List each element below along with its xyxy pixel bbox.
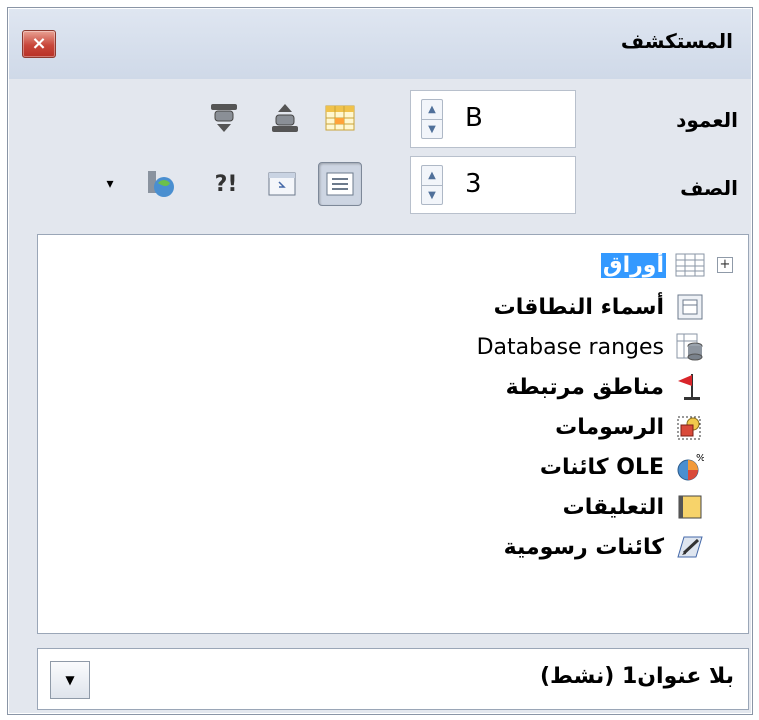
window-title: المستكشف: [620, 29, 733, 53]
range-names-icon: [674, 291, 706, 323]
end-button[interactable]: [202, 96, 246, 140]
column-down-arrow-icon[interactable]: ▼: [422, 119, 442, 138]
tree-item-images[interactable]: الرسومات: [553, 407, 706, 447]
navigator-tree[interactable]: + أوراق أسماء النطاقات Database ranges م…: [37, 234, 749, 634]
row-spin-arrows[interactable]: ▲ ▼: [421, 165, 443, 205]
tree-item-sheets[interactable]: أوراق: [600, 245, 706, 285]
data-range-icon: [325, 105, 355, 131]
dropdown-arrow-icon: ▾: [106, 176, 114, 192]
tree-item-label: أسماء النطاقات: [493, 294, 664, 320]
navigator-window: المستكشف × العمود ▲ ▼ B الصف ▲ ▼ 3 ?! ▾ …: [7, 7, 753, 715]
column-label: العمود: [676, 108, 738, 132]
toggle-button[interactable]: [260, 162, 304, 206]
tree-item-range-names[interactable]: أسماء النطاقات: [492, 287, 706, 327]
column-spinbox[interactable]: ▲ ▼ B: [410, 90, 576, 148]
row-spinbox[interactable]: ▲ ▼ 3: [410, 156, 576, 214]
content-view-icon: [326, 172, 354, 196]
ole-objects-icon: %: [674, 451, 706, 483]
drawing-objects-icon: [674, 531, 706, 563]
row-down-arrow-icon[interactable]: ▼: [422, 185, 442, 204]
linked-areas-icon: [674, 371, 706, 403]
tree-item-drawing-objects[interactable]: كائنات رسومية: [502, 527, 706, 567]
tree-item-label: مناطق مرتبطة: [505, 374, 664, 400]
drag-mode-icon: [148, 171, 174, 197]
tree-item-label: الرسومات: [555, 414, 664, 440]
title-bar: المستكشف ×: [9, 9, 751, 79]
tree-item-comments[interactable]: التعليقات: [561, 487, 706, 527]
database-icon: [674, 331, 706, 363]
start-button[interactable]: [263, 96, 307, 140]
close-button[interactable]: ×: [22, 30, 56, 58]
scenarios-icon: ?!: [214, 171, 238, 197]
expand-icon[interactable]: +: [717, 257, 733, 273]
document-name: بلا عنوان1 (نشط): [539, 664, 734, 689]
tree-item-database-ranges[interactable]: Database ranges: [475, 327, 706, 367]
svg-text:%: %: [696, 453, 704, 464]
row-up-arrow-icon[interactable]: ▲: [422, 166, 442, 185]
tree-item-linked-areas[interactable]: مناطق مرتبطة: [504, 367, 706, 407]
column-value[interactable]: B: [465, 103, 483, 133]
tree-item-label: أوراق: [600, 252, 666, 278]
toggle-icon: [268, 172, 296, 196]
data-range-button[interactable]: [318, 96, 362, 140]
document-dropdown-button[interactable]: ▼: [50, 661, 90, 699]
tree-item-ole-objects[interactable]: % كائنات OLE: [538, 447, 706, 487]
drag-mode-button[interactable]: [138, 162, 182, 206]
column-spin-arrows[interactable]: ▲ ▼: [421, 99, 443, 139]
document-selector[interactable]: ▼ بلا عنوان1 (نشط): [37, 648, 749, 710]
tree-item-label: كائنات رسومية: [503, 534, 664, 560]
drag-mode-dropdown[interactable]: ▾: [98, 162, 122, 206]
column-up-arrow-icon[interactable]: ▲: [422, 100, 442, 119]
scenarios-button[interactable]: ?!: [204, 162, 248, 206]
end-icon: [211, 104, 237, 132]
content-view-button[interactable]: [318, 162, 362, 206]
tree-item-label: كائنات OLE: [539, 454, 664, 480]
row-label: الصف: [680, 176, 738, 200]
comments-icon: [674, 491, 706, 523]
row-value[interactable]: 3: [465, 169, 482, 199]
tree-item-label: التعليقات: [562, 494, 664, 520]
chevron-down-icon: ▼: [65, 673, 75, 687]
tree-item-label: Database ranges: [476, 334, 664, 360]
sheet-icon: [674, 249, 706, 281]
images-icon: [674, 411, 706, 443]
start-icon: [272, 104, 298, 132]
